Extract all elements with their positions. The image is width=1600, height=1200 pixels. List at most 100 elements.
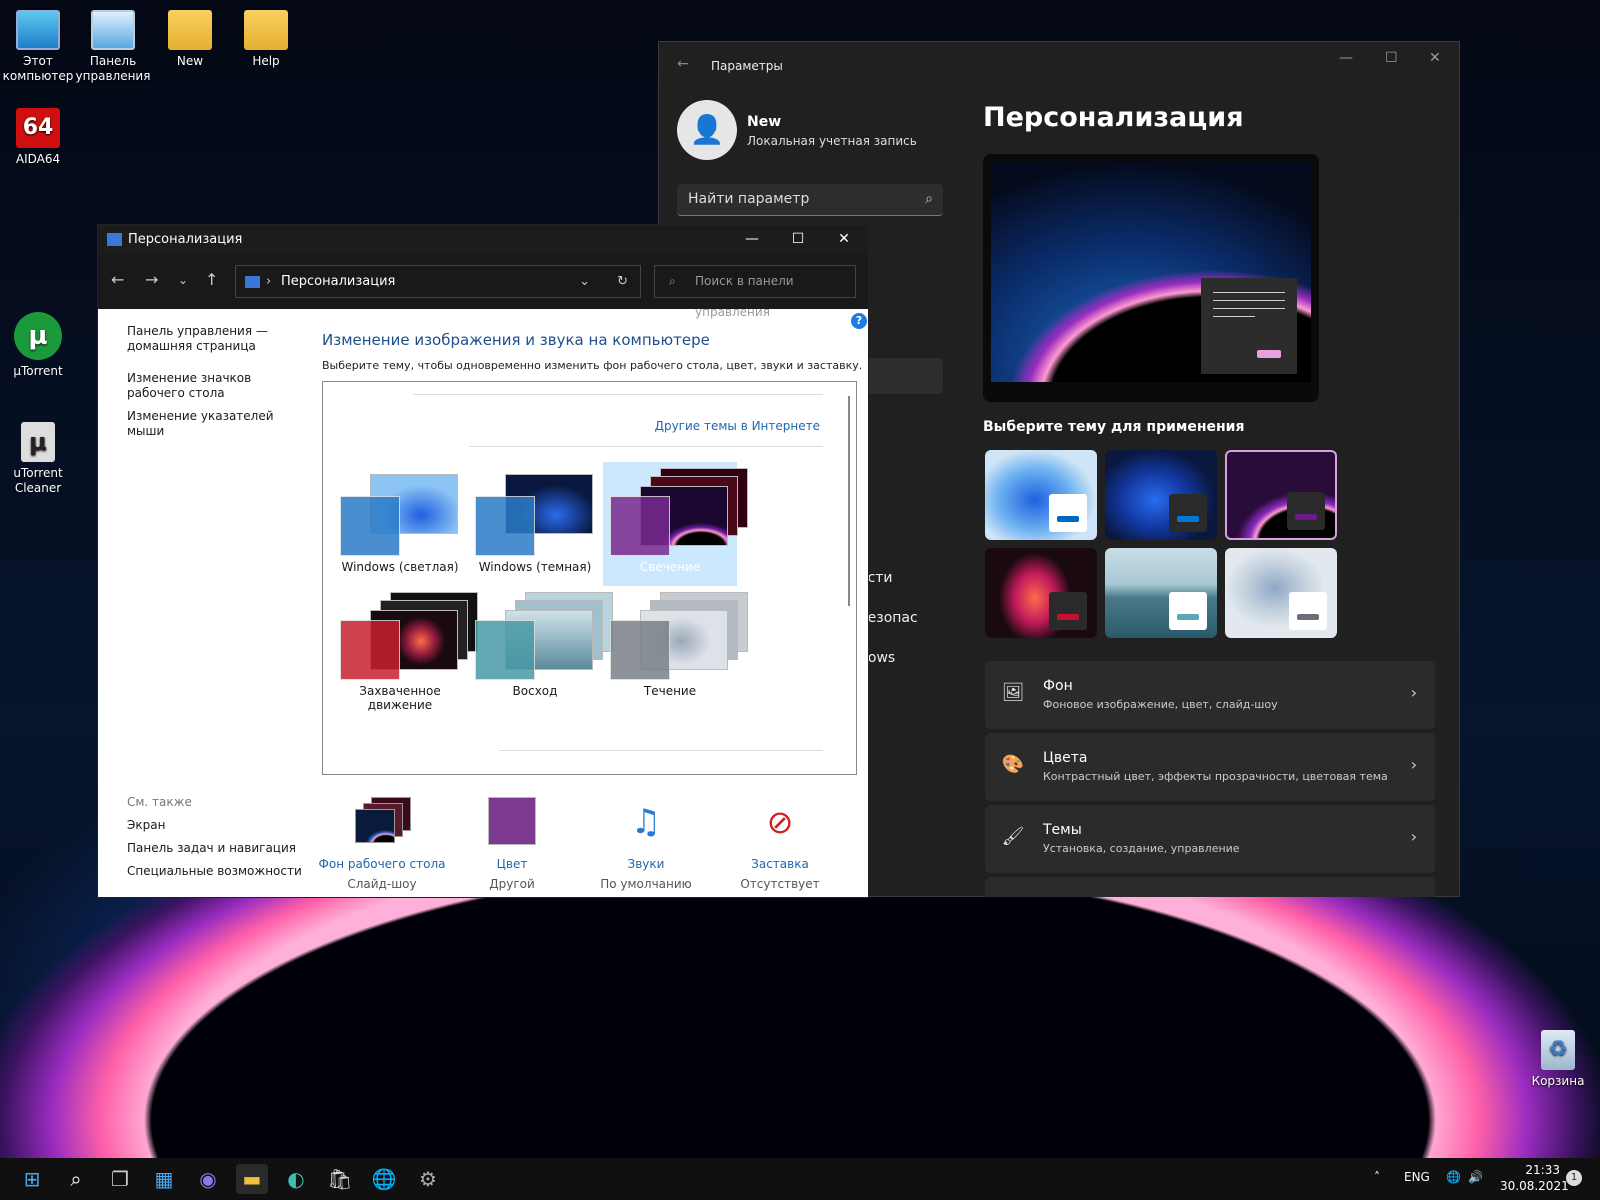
link-accessibility[interactable]: Специальные возможности <box>127 864 303 879</box>
settings-search-input[interactable]: Найти параметр ⌕ <box>677 184 943 216</box>
theme-windows-light[interactable]: Windows (светлая) <box>333 466 467 590</box>
sounds-icon: ♫ <box>630 802 662 842</box>
minimize-icon[interactable]: — <box>730 225 774 254</box>
widgets-icon[interactable]: ▦ <box>148 1164 180 1194</box>
card-colors[interactable]: 🎨 Цвета Контрастный цвет, эффекты прозра… <box>985 733 1435 801</box>
theme-thumb-sunrise[interactable] <box>1105 548 1217 638</box>
link-cp-home[interactable]: Панель управления — домашняя страница <box>127 324 303 354</box>
theme-thumb-glow[interactable] <box>1225 450 1337 540</box>
link-taskbar[interactable]: Панель задач и навигация <box>127 841 303 856</box>
search-icon: ⌕ <box>925 191 933 207</box>
theme-list-scrollbar[interactable] <box>848 396 850 606</box>
chevron-down-icon[interactable]: ⌄ <box>579 266 590 297</box>
volume-icon[interactable]: 🔊 <box>1468 1170 1483 1184</box>
cp-left-links: Панель управления — домашняя страница Из… <box>127 324 303 439</box>
theme-name: Восход <box>512 684 558 698</box>
folder-icon <box>244 10 288 50</box>
color-setting[interactable]: Цвет Другой <box>447 797 577 891</box>
settings-gear-icon[interactable]: ⚙ <box>412 1164 444 1194</box>
theme-list: Другие темы в Интернете Windows (светлая… <box>322 381 857 775</box>
desktop-icon-aida64[interactable]: 64 AIDA64 <box>0 108 76 167</box>
chevron-right-icon: › <box>1410 827 1417 846</box>
show-hidden-icons-chevron-icon[interactable]: ˄ <box>1374 1170 1380 1184</box>
address-text: Персонализация <box>281 274 396 289</box>
notification-badge[interactable]: 1 <box>1566 1170 1582 1186</box>
address-bar[interactable]: › Персонализация ⌄ ↻ <box>235 265 641 298</box>
screensaver-setting[interactable]: ⊘ Заставка Отсутствует <box>715 797 845 891</box>
desktop-icon-utorrent[interactable]: µ µTorrent <box>0 312 76 379</box>
desktop-icon-utorrent-cleaner[interactable]: µ uTorrent Cleaner <box>0 422 76 496</box>
recent-dropdown-icon[interactable]: ⌄ <box>178 273 188 287</box>
clock[interactable]: 21:33 30.08.2021 <box>1500 1162 1569 1194</box>
nav-item-partial-3[interactable]: dows <box>859 650 959 666</box>
close-icon[interactable]: ✕ <box>1429 50 1441 66</box>
card-themes[interactable]: 🖌 Темы Установка, создание, управление › <box>985 805 1435 873</box>
back-arrow-icon[interactable]: ← <box>111 270 124 289</box>
desktop-icon-label: New <box>176 54 204 68</box>
brush-icon: 🖌 <box>1001 826 1025 847</box>
cp-description: Выберите тему, чтобы одновременно измени… <box>322 359 863 372</box>
card-subtitle: Фоновое изображение, цвет, слайд-шоу <box>1043 698 1278 711</box>
theme-sunrise[interactable]: Восход <box>468 590 613 714</box>
sounds-setting[interactable]: ♫ Звуки По умолчанию <box>581 797 711 891</box>
screensaver-icon: ⊘ <box>766 803 794 841</box>
chat-icon[interactable]: ◉ <box>192 1164 224 1194</box>
maximize-icon[interactable]: ☐ <box>776 225 820 254</box>
globe-app-icon[interactable]: 🌐 <box>368 1164 400 1194</box>
image-icon: 🖼 <box>1001 682 1025 703</box>
nav-item-partial-1[interactable]: ости <box>859 570 959 586</box>
card-title: Темы <box>1043 822 1082 838</box>
back-arrow-icon[interactable]: ← <box>677 56 689 72</box>
file-explorer-icon[interactable]: ▬ <box>236 1164 268 1194</box>
theme-windows-dark[interactable]: Windows (темная) <box>468 466 602 590</box>
theme-thumb-windows-light[interactable] <box>985 450 1097 540</box>
preview-dialog <box>1201 278 1297 374</box>
cp-nav-bar: ← → ⌄ ↑ › Персонализация ⌄ ↻ ⌕ Поиск в п… <box>98 254 868 319</box>
minimize-icon[interactable]: — <box>1339 50 1353 66</box>
maximize-icon[interactable]: ☐ <box>1385 50 1398 66</box>
theme-thumb-flow[interactable] <box>1225 548 1337 638</box>
store-icon[interactable]: 🛍 <box>324 1164 356 1194</box>
setting-value: Слайд-шоу <box>347 877 417 891</box>
user-avatar-icon[interactable]: 👤 <box>677 100 737 160</box>
setting-value: Отсутствует <box>740 877 820 891</box>
link-display[interactable]: Экран <box>127 818 303 833</box>
nav-item-partial-2[interactable]: безопас <box>859 610 959 626</box>
theme-thumb-windows-dark[interactable] <box>1105 450 1217 540</box>
edge-browser-icon[interactable]: ◐ <box>280 1164 312 1194</box>
cp-title-bar: Персонализация — ☐ ✕ <box>98 225 868 254</box>
help-icon[interactable]: ? <box>851 313 867 329</box>
cp-search-input[interactable]: ⌕ Поиск в панели управления <box>654 265 856 319</box>
theme-name: Течение <box>643 684 697 698</box>
desktop-icon-recycle-bin[interactable]: ♻ Корзина <box>1520 1030 1596 1089</box>
desktop-icon-help-folder[interactable]: Help <box>228 10 304 69</box>
start-button-icon[interactable]: ⊞ <box>16 1164 48 1194</box>
card-partial[interactable] <box>985 877 1435 897</box>
card-title: Цвета <box>1043 750 1088 766</box>
card-background[interactable]: 🖼 Фон Фоновое изображение, цвет, слайд-ш… <box>985 661 1435 729</box>
desktop-icon-this-pc[interactable]: Этот компьютер <box>0 10 76 84</box>
search-icon: ⌕ <box>669 274 676 288</box>
desktop-background-setting[interactable]: Фон рабочего стола Слайд-шоу <box>317 797 447 891</box>
refresh-icon[interactable]: ↻ <box>617 266 628 297</box>
setting-value: Другой <box>489 877 535 891</box>
forward-arrow-icon[interactable]: → <box>145 270 158 289</box>
desktop-icon-new-folder[interactable]: New <box>152 10 228 69</box>
theme-flow[interactable]: Течение <box>603 590 748 714</box>
account-type: Локальная учетная запись <box>747 134 917 148</box>
theme-thumb-captured-motion[interactable] <box>985 548 1097 638</box>
task-view-icon[interactable]: ❐ <box>104 1164 136 1194</box>
link-mouse-pointers[interactable]: Изменение указателей мыши <box>127 409 303 439</box>
network-globe-icon[interactable]: 🌐 <box>1446 1170 1461 1184</box>
input-language[interactable]: ENG <box>1404 1170 1430 1184</box>
online-themes-link[interactable]: Другие темы в Интернете <box>655 419 820 433</box>
desktop-icon-control-panel[interactable]: Панель управления <box>75 10 151 84</box>
search-placeholder: Поиск в панели управления <box>695 274 794 319</box>
theme-glow-selected[interactable]: Свечение <box>603 462 748 586</box>
search-icon[interactable]: ⌕ <box>60 1164 92 1194</box>
search-placeholder: Найти параметр <box>688 191 810 207</box>
close-icon[interactable]: ✕ <box>822 225 866 254</box>
theme-captured-motion[interactable]: Захваченное движение <box>333 590 478 714</box>
up-arrow-icon[interactable]: ↑ <box>205 270 218 289</box>
link-desktop-icons[interactable]: Изменение значков рабочего стола <box>127 371 303 401</box>
